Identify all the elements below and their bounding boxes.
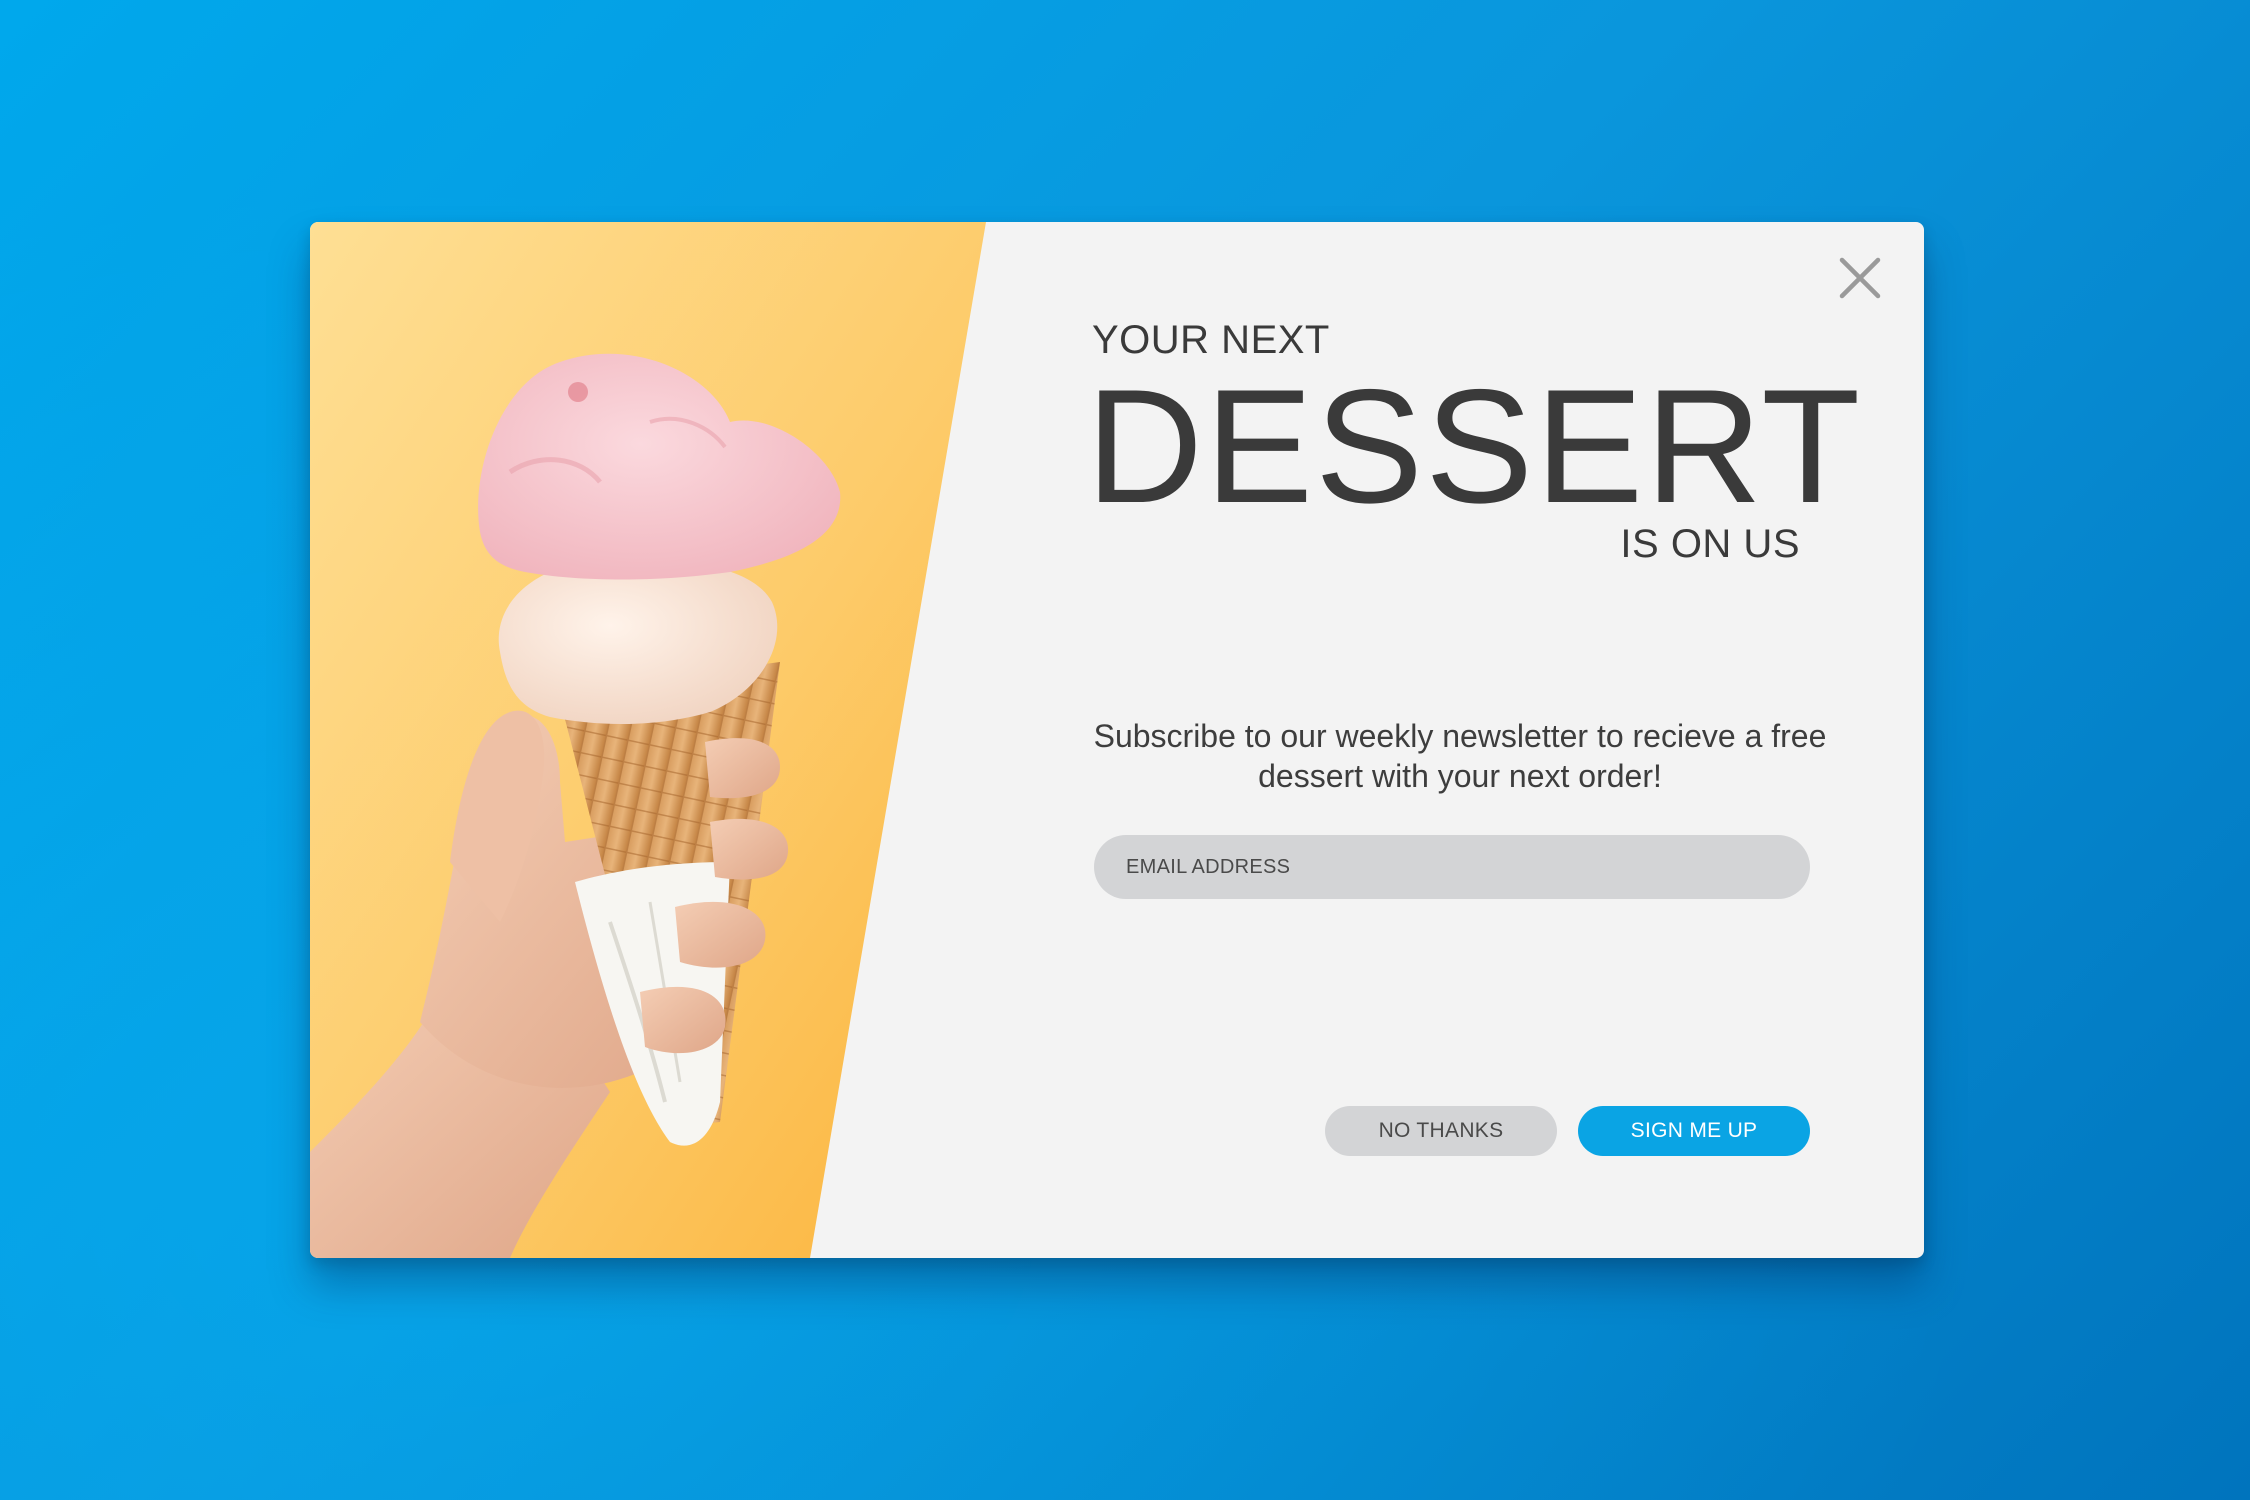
- no-thanks-button[interactable]: NO THANKS: [1325, 1106, 1557, 1156]
- subtitle: Subscribe to our weekly newsletter to re…: [1093, 718, 1827, 794]
- newsletter-popup: YOUR NEXT DESSERT IS ON US Subscribe to …: [310, 222, 1924, 1258]
- headline-top: YOUR NEXT: [1092, 318, 1330, 362]
- ice-cream-image: [310, 222, 986, 1258]
- sign-me-up-button[interactable]: SIGN ME UP: [1578, 1106, 1810, 1156]
- close-icon: [1839, 257, 1881, 299]
- page-background: YOUR NEXT DESSERT IS ON US Subscribe to …: [0, 0, 2250, 1500]
- headline: YOUR NEXT DESSERT IS ON US: [1086, 318, 1860, 564]
- headline-main: DESSERT: [1086, 356, 1863, 537]
- email-field[interactable]: [1094, 835, 1810, 899]
- close-button[interactable]: [1834, 252, 1886, 304]
